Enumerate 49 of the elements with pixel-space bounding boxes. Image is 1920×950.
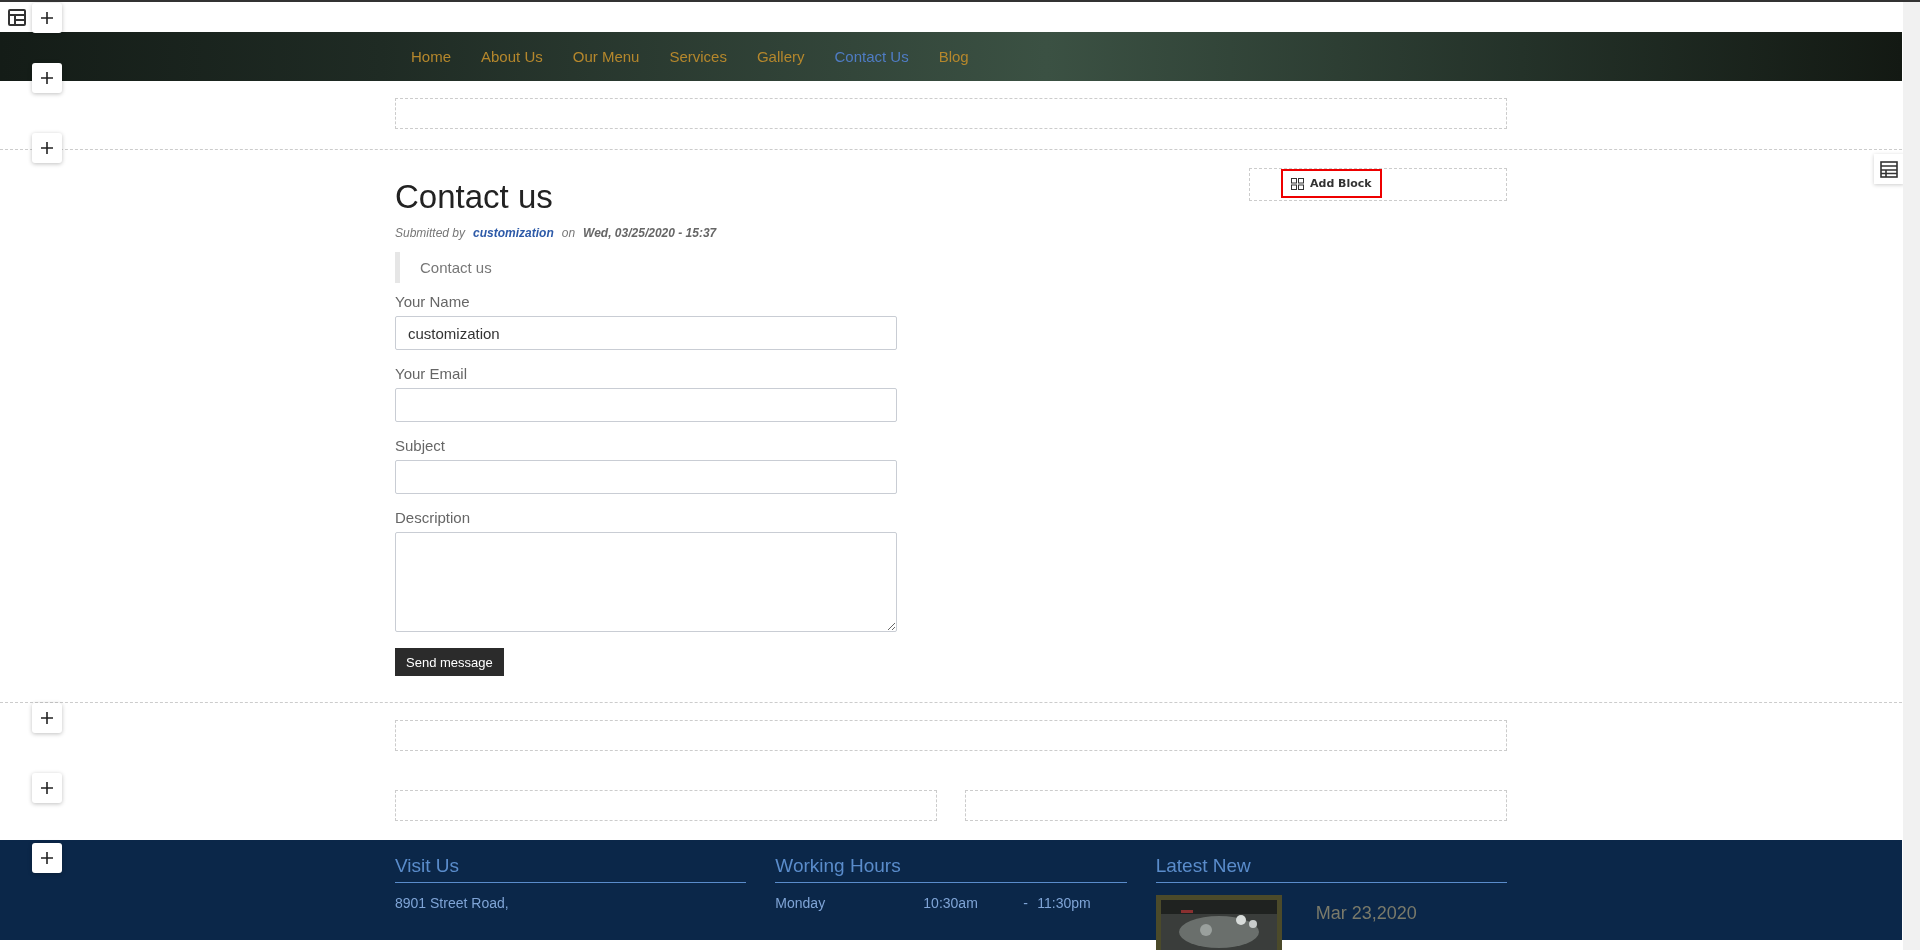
plus-icon <box>40 711 54 725</box>
field-label: Description <box>395 509 472 526</box>
on-label: on <box>561 226 576 240</box>
page-title: Contact us <box>395 178 554 216</box>
add-section-button[interactable] <box>32 703 62 733</box>
plus-icon <box>40 71 54 85</box>
nav-link[interactable]: Blog <box>938 48 969 65</box>
layout-button[interactable] <box>1874 154 1904 184</box>
address-line: 8901 Street Road, <box>395 895 510 911</box>
description-field[interactable] <box>395 532 897 632</box>
nav-link[interactable]: Services <box>669 48 727 65</box>
add-section-button[interactable] <box>32 773 62 803</box>
add-section-button[interactable] <box>32 3 62 33</box>
post-date: Wed, 03/25/2020 - 15:37 <box>583 226 717 240</box>
layout-icon <box>1880 160 1898 178</box>
submitted-label: Submitted by <box>395 226 466 240</box>
grid-icon <box>1291 177 1304 190</box>
plus-icon <box>40 781 54 795</box>
author-link[interactable]: customization <box>473 226 554 240</box>
scrollbar[interactable] <box>1903 2 1920 950</box>
nav-link[interactable]: About Us <box>481 48 543 65</box>
plus-icon <box>40 11 54 25</box>
footer-heading: Latest New <box>1155 855 1507 883</box>
nav-link[interactable]: Gallery <box>756 48 805 65</box>
add-section-button[interactable] <box>32 63 62 93</box>
add-block-button[interactable]: Add Block <box>1281 169 1382 198</box>
time-separator: - <box>1023 895 1029 911</box>
plus-icon <box>40 851 54 865</box>
layout-icon[interactable] <box>8 9 26 26</box>
blockquote: Contact us <box>395 252 897 283</box>
send-button[interactable]: Send message <box>395 648 504 676</box>
field-label: Your Email <box>395 365 468 382</box>
footer-heading: Visit Us <box>395 855 747 883</box>
footer-heading: Working Hours <box>775 855 1127 883</box>
open-time: 10:30am <box>923 895 979 911</box>
add-section-button[interactable] <box>32 843 62 873</box>
input-field[interactable] <box>395 388 897 422</box>
close-time: 11:30pm <box>1037 895 1091 911</box>
plus-icon <box>40 141 54 155</box>
nav-link[interactable]: Contact Us <box>834 48 909 65</box>
nav-link[interactable]: Our Menu <box>572 48 640 65</box>
day-label: Monday <box>775 895 827 911</box>
nav-link[interactable]: Home <box>411 48 451 65</box>
field-label: Your Name <box>395 293 471 310</box>
input-field[interactable] <box>395 460 897 494</box>
add-section-button[interactable] <box>32 133 62 163</box>
input-field[interactable]: customization <box>395 316 897 350</box>
news-date: Mar 23,2020 <box>1315 903 1417 925</box>
field-label: Subject <box>395 437 447 454</box>
